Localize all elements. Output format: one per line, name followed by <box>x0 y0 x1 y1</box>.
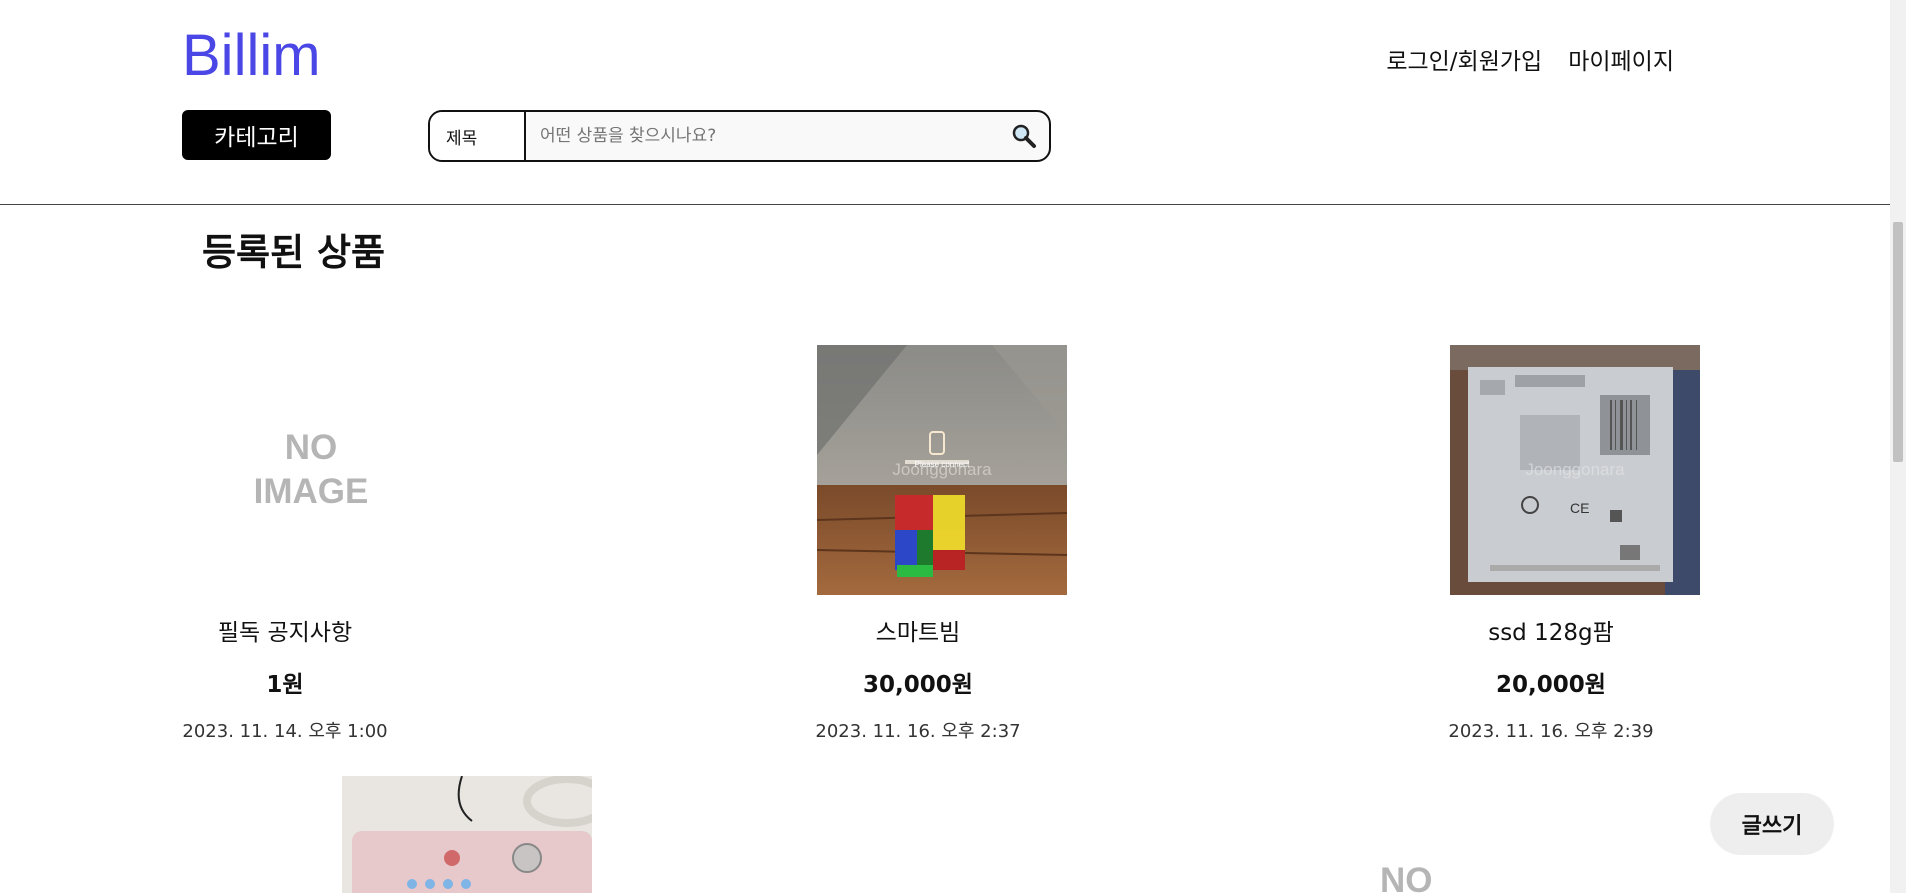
svg-text:CE: CE <box>1570 500 1589 516</box>
product-date: 2023. 11. 16. 오후 2:39 <box>1448 721 1654 742</box>
login-signup-link[interactable]: 로그인/회원가입 <box>1386 42 1542 76</box>
product-card[interactable]: NO IMAGE 필독 공지사항 1원 2023. 11. 14. 오후 1:0… <box>135 345 435 743</box>
top-links: 로그인/회원가입 마이페이지 <box>1386 42 1674 76</box>
no-image-text: NO <box>1380 866 1433 893</box>
product-date: 2023. 11. 14. 오후 1:00 <box>182 721 388 742</box>
product-card[interactable]: Joonggonara Please connect 스마트빔 30,000원 … <box>768 345 1068 743</box>
watermark: Joonggonara <box>1525 460 1625 479</box>
product-card[interactable]: Joonggonara CE ssd 128g팜 20,000원 2023. 1… <box>1401 345 1701 743</box>
search-icon[interactable] <box>999 112 1049 160</box>
no-image-text: NO <box>284 428 338 467</box>
product-title[interactable]: ssd 128g팜 <box>1401 613 1701 647</box>
mypage-link[interactable]: 마이페이지 <box>1568 42 1674 76</box>
product-price: 30,000원 <box>863 672 973 698</box>
no-image-placeholder[interactable]: NO IMAGE <box>160 345 410 595</box>
no-image-text: IMAGE <box>253 472 369 511</box>
product-price: 20,000원 <box>1496 672 1606 698</box>
scrollbar[interactable] <box>1890 0 1906 893</box>
write-button[interactable]: 글쓰기 <box>1710 793 1834 855</box>
no-image-placeholder[interactable]: NO <box>1380 866 1460 893</box>
product-price: 1원 <box>266 672 304 698</box>
scrollbar-thumb[interactable] <box>1893 222 1903 462</box>
search-input-wrap <box>526 112 999 160</box>
search-field-select[interactable]: 제목 <box>430 112 526 160</box>
header-divider <box>0 204 1890 205</box>
product-date: 2023. 11. 16. 오후 2:37 <box>815 721 1021 742</box>
search-bar: 제목 <box>428 110 1051 162</box>
image-caption: Please connect <box>915 460 970 469</box>
product-image[interactable]: Joonggonara CE <box>1450 345 1700 595</box>
product-title[interactable]: 스마트빔 <box>768 613 1068 647</box>
product-image[interactable] <box>342 776 592 893</box>
category-button[interactable]: 카테고리 <box>182 110 331 160</box>
search-input[interactable] <box>538 125 999 147</box>
product-title[interactable]: 필독 공지사항 <box>135 613 435 647</box>
logo[interactable]: Billim <box>182 22 321 89</box>
section-title: 등록된 상품 <box>202 231 386 274</box>
product-image[interactable]: Joonggonara Please connect <box>817 345 1067 595</box>
